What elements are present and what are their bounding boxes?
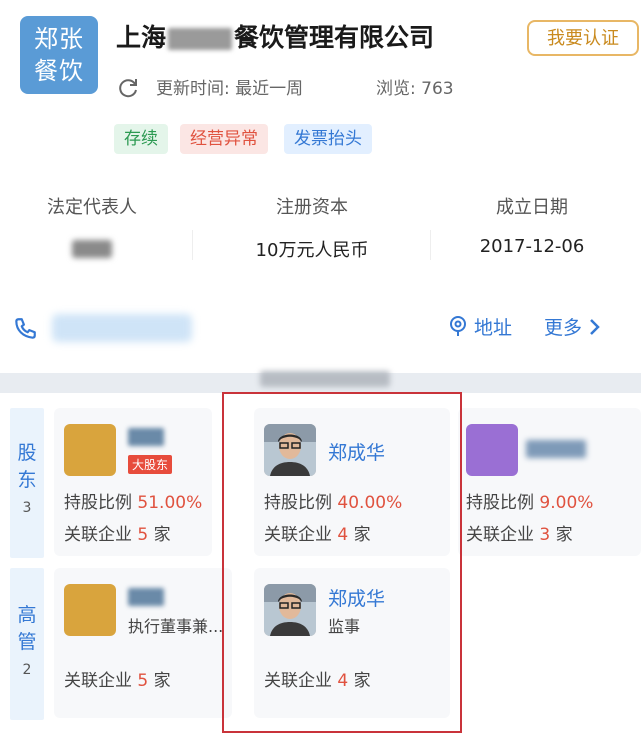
divider xyxy=(192,230,193,260)
phone-number-redacted[interactable] xyxy=(52,314,192,342)
redacted-text xyxy=(260,371,390,387)
refresh-icon[interactable] xyxy=(116,76,140,100)
legal-rep-redacted[interactable] xyxy=(72,240,112,258)
executives-label-1: 高 xyxy=(17,604,37,626)
highlight-box xyxy=(222,392,462,733)
divider xyxy=(430,230,431,260)
founded-label: 成立日期 xyxy=(496,197,568,218)
view-count: 浏览: 763 xyxy=(376,79,454,99)
chevron-right-icon xyxy=(590,319,600,335)
address-button[interactable]: 地址 xyxy=(448,313,512,340)
status-tag-abnormal[interactable]: 经营异常 xyxy=(180,124,268,154)
address-label: 地址 xyxy=(474,317,513,339)
associated-companies: 关联企业 5 家 xyxy=(64,666,171,691)
assoc-count: 5 xyxy=(137,671,149,691)
location-icon xyxy=(450,316,466,336)
associated-companies: 关联企业 5 家 xyxy=(64,520,171,545)
shareholder-name-redacted[interactable] xyxy=(526,440,586,458)
redacted-text xyxy=(168,28,233,50)
more-button[interactable]: 更多 xyxy=(544,313,602,340)
executives-count: 2 xyxy=(22,662,32,678)
assoc-count: 5 xyxy=(137,525,149,545)
associated-companies: 关联企业 3 家 xyxy=(466,520,573,545)
invoice-header-tag[interactable]: 发票抬头 xyxy=(284,124,372,154)
avatar xyxy=(466,424,518,476)
avatar xyxy=(64,584,116,636)
executive-name-redacted[interactable] xyxy=(128,588,164,606)
company-name: 上海 餐饮管理有限公司 xyxy=(116,18,434,54)
share-ratio-value: 51.00% xyxy=(137,493,203,513)
share-ratio-label: 持股比例 xyxy=(64,493,132,513)
company-name-prefix: 上海 xyxy=(116,23,167,52)
verify-button[interactable]: 我要认证 xyxy=(527,20,639,56)
status-tag-active[interactable]: 存续 xyxy=(114,124,168,154)
share-ratio: 持股比例 51.00% xyxy=(64,488,202,513)
assoc-count: 3 xyxy=(539,525,551,545)
assoc-label: 关联企业 xyxy=(64,525,132,545)
logo-text-line1: 郑张 xyxy=(34,25,84,53)
update-time: 更新时间: 最近一周 xyxy=(156,79,304,99)
executives-side-tab[interactable]: 高 管 2 xyxy=(10,568,44,720)
legal-rep-label: 法定代表人 xyxy=(47,197,137,218)
share-ratio-value: 9.00% xyxy=(539,493,594,513)
executives-label-2: 管 xyxy=(17,631,37,653)
assoc-unit: 家 xyxy=(555,525,573,545)
phone-icon[interactable] xyxy=(12,316,38,342)
major-shareholder-badge: 大股东 xyxy=(128,455,173,474)
shareholder-name-redacted[interactable] xyxy=(128,428,164,446)
founded-value: 2017-12-06 xyxy=(479,236,585,257)
assoc-label: 关联企业 xyxy=(466,525,534,545)
assoc-unit: 家 xyxy=(153,525,171,545)
more-label: 更多 xyxy=(544,317,583,339)
company-logo: 郑张 餐饮 xyxy=(20,16,98,94)
executive-role: 执行董事兼... xyxy=(128,617,224,636)
share-ratio: 持股比例 9.00% xyxy=(466,488,593,513)
assoc-label: 关联企业 xyxy=(64,671,132,691)
share-ratio-label: 持股比例 xyxy=(466,493,534,513)
capital-value: 10万元人民币 xyxy=(255,240,369,261)
logo-text-line2: 餐饮 xyxy=(34,57,84,85)
shareholders-label-1: 股 xyxy=(17,442,37,464)
shareholders-label-2: 东 xyxy=(17,469,37,491)
avatar xyxy=(64,424,116,476)
capital-label: 注册资本 xyxy=(276,197,348,218)
assoc-unit: 家 xyxy=(153,671,171,691)
shareholders-count: 3 xyxy=(22,500,32,516)
company-name-suffix: 餐饮管理有限公司 xyxy=(234,23,435,52)
shareholders-side-tab[interactable]: 股 东 3 xyxy=(10,408,44,558)
